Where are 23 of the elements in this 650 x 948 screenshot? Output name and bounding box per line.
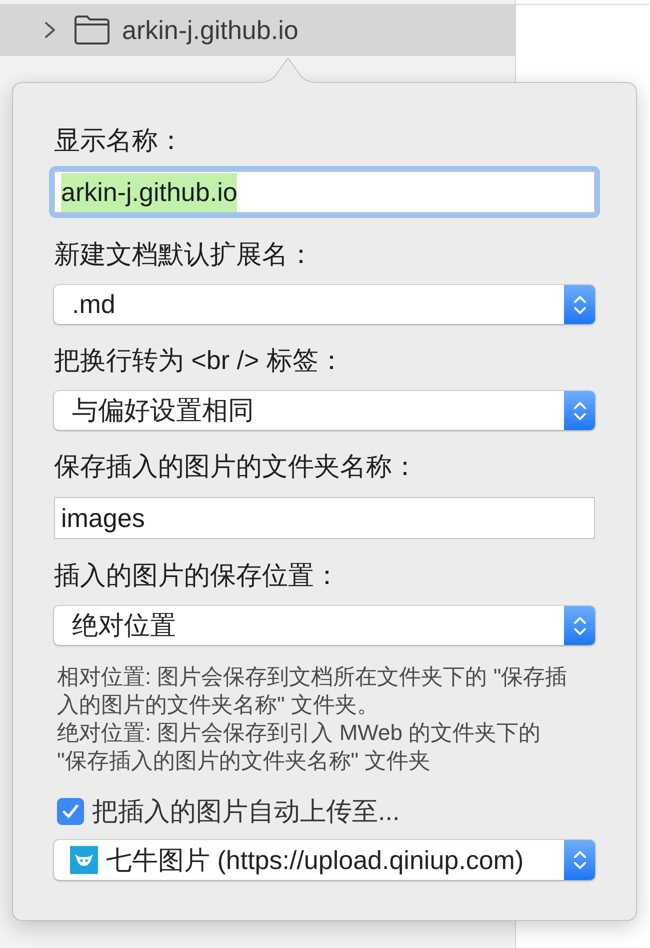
help-text: 相对位置: 图片会保存到文档所在文件夹下的 "保存插入的图片的文件夹名称" 文件夹。 (57, 663, 568, 719)
updown-chevron-icon (564, 285, 595, 324)
text-field[interactable]: arkin-j.github.io (49, 166, 600, 218)
ox-head-icon (70, 846, 98, 874)
dropdown-select[interactable]: 与偏好设置相同 (54, 391, 595, 430)
field-label: 把换行转为 <br /> 标签： (54, 345, 346, 375)
field-label: 新建文档默认扩展名： (54, 239, 315, 269)
updown-chevron-icon (564, 606, 595, 645)
updown-chevron-icon (564, 391, 595, 430)
chevron-icon[interactable] (44, 21, 56, 39)
field-label: 显示名称： (54, 125, 185, 155)
folder-icon (74, 15, 110, 45)
checkbox-label[interactable]: 把插入的图片自动上传至... (92, 796, 400, 826)
field-label: 插入的图片的保存位置： (54, 560, 341, 590)
dropdown-select[interactable]: 七牛图片 (https://upload.qiniup.com) (54, 840, 595, 880)
help-text: 绝对位置: 图片会保存到引入 MWeb 的文件夹下的 "保存插入的图片的文件夹名称" 文件夹 (57, 719, 542, 775)
dropdown-select[interactable]: 绝对位置 (54, 606, 595, 645)
dropdown-select[interactable]: .md (54, 285, 595, 324)
text-field[interactable]: images (54, 497, 595, 539)
checkbox[interactable] (57, 798, 84, 824)
sidebar-item[interactable]: arkin-j.github.io (0, 4, 515, 56)
field-label: 保存插入的图片的文件夹名称： (54, 451, 419, 481)
updown-chevron-icon (564, 840, 595, 880)
